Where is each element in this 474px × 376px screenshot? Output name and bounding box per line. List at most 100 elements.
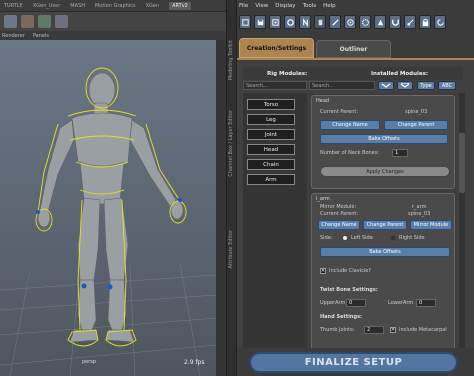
menu-help[interactable]: Help bbox=[323, 3, 336, 9]
head-module-settings: Head Current Parent: spine_03 Change Nam… bbox=[311, 95, 455, 189]
shelf-tab-turtle[interactable]: TURTLE bbox=[4, 3, 23, 9]
shelf-tab-xgen-user[interactable]: XGen_User bbox=[33, 3, 60, 9]
rig-modules-label: Rig Modules: bbox=[267, 70, 308, 77]
rig-modules-search-input[interactable]: Search... bbox=[243, 81, 307, 90]
include-metacarpal-label: Include Metacarpal bbox=[399, 327, 447, 333]
shelf-tab-xgen[interactable]: XGen bbox=[146, 3, 160, 9]
current-parent-value: spine_03 bbox=[408, 211, 431, 217]
lower-arm-twist-field[interactable]: 0 bbox=[416, 299, 436, 307]
collapse-all-button[interactable] bbox=[378, 81, 394, 90]
bake-offsets-button[interactable]: Bake Offsets bbox=[320, 134, 448, 144]
create-icon[interactable] bbox=[239, 15, 251, 29]
add-chain-module-button[interactable]: Chain bbox=[247, 159, 295, 170]
include-metacarpal-checkbox[interactable]: ✕ bbox=[390, 327, 396, 333]
arm-module-settings: l_arm Mirror Module: r_arm Current Paren… bbox=[311, 193, 455, 348]
add-torso-module-button[interactable]: Torso bbox=[247, 99, 295, 110]
include-clavicle-checkbox[interactable]: ✕ bbox=[320, 268, 326, 274]
sort-abc-button[interactable]: ABC bbox=[438, 81, 456, 90]
refresh-icon[interactable] bbox=[434, 15, 446, 29]
tab-creation-settings[interactable]: Creation/Settings bbox=[239, 38, 314, 58]
shelf-tab-artv2[interactable]: ARTv2 bbox=[169, 1, 191, 10]
shelf-tab-mash[interactable]: MASH bbox=[70, 3, 85, 9]
mirror-icon[interactable] bbox=[299, 15, 311, 29]
add-arm-module-button[interactable]: Arm bbox=[247, 174, 295, 185]
upper-arm-twist-field[interactable]: 0 bbox=[346, 299, 366, 307]
mirror-module-button[interactable]: Mirror Module bbox=[410, 220, 452, 230]
left-side-radio[interactable] bbox=[342, 235, 348, 241]
pose-icon[interactable] bbox=[284, 15, 296, 29]
lock-icon[interactable] bbox=[419, 15, 431, 29]
apply-changes-button[interactable]: Apply Changes bbox=[320, 166, 450, 177]
installed-modules-label: Installed Modules: bbox=[371, 70, 429, 77]
installed-modules-search-input[interactable]: Search... bbox=[309, 81, 375, 90]
change-parent-button[interactable]: Change Parent bbox=[363, 220, 407, 230]
creation-settings-body: Rig Modules: Installed Modules: Search..… bbox=[237, 58, 474, 348]
hand-settings-header: Hand Settings: bbox=[320, 314, 363, 320]
current-parent-value: spine_03 bbox=[405, 109, 428, 115]
add-head-module-button[interactable]: Head bbox=[247, 144, 295, 155]
character-mesh bbox=[0, 67, 216, 376]
change-name-button[interactable]: Change Name bbox=[320, 120, 380, 130]
menu-display[interactable]: Display bbox=[275, 3, 295, 9]
camera-label: persp bbox=[82, 359, 97, 365]
magnet-icon[interactable] bbox=[389, 15, 401, 29]
joint-icon[interactable] bbox=[404, 15, 416, 29]
bone-icon[interactable] bbox=[329, 15, 341, 29]
menu-renderer[interactable]: Renderer bbox=[2, 33, 25, 39]
menu-tools[interactable]: Tools bbox=[303, 3, 317, 9]
add-joint-module-button[interactable]: Joint bbox=[247, 129, 295, 140]
rotate-icon[interactable] bbox=[344, 15, 356, 29]
current-parent-label: Current Parent: bbox=[320, 109, 359, 115]
neck-bones-field[interactable]: 1 bbox=[392, 149, 408, 157]
right-side-radio[interactable] bbox=[390, 235, 396, 241]
installed-modules-scrollbar[interactable] bbox=[459, 93, 465, 348]
save-icon[interactable] bbox=[254, 15, 266, 29]
change-parent-button[interactable]: Change Parent bbox=[384, 120, 448, 130]
vertical-tab-strip: Modeling Toolkit Channel Box / Layer Edi… bbox=[226, 0, 236, 376]
rig-module-list: Torso Leg Joint Head Chain Arm bbox=[243, 93, 307, 348]
bake-offsets-button[interactable]: Bake Offsets bbox=[320, 247, 450, 257]
left-side-label: Left Side bbox=[351, 235, 373, 241]
shelf-icon bbox=[21, 15, 34, 28]
right-side-label: Right Side bbox=[399, 235, 425, 241]
upper-arm-label: UpperArm bbox=[320, 300, 346, 306]
settings-icon[interactable] bbox=[359, 15, 371, 29]
sort-type-button[interactable]: Type bbox=[417, 81, 435, 90]
skeleton-icon[interactable] bbox=[269, 15, 281, 29]
tab-attribute-editor[interactable]: Attribute Editor bbox=[228, 230, 234, 268]
shelf-tab-bar: TURTLE XGen_User MASH Motion Graphics XG… bbox=[0, 0, 226, 12]
current-parent-label: Current Parent: bbox=[320, 211, 359, 217]
panel-toolbar bbox=[237, 11, 474, 33]
include-clavicle-label: Include Clavicle? bbox=[329, 268, 371, 274]
lower-arm-label: LowerArm bbox=[388, 300, 414, 306]
shelf-icon bbox=[55, 15, 68, 28]
tab-outliner[interactable]: Outliner bbox=[316, 40, 391, 58]
thumb-joints-label: Thumb Joints: bbox=[320, 327, 355, 333]
menu-panels[interactable]: Panels bbox=[33, 33, 49, 39]
menu-file[interactable]: File bbox=[239, 3, 248, 9]
expand-all-button[interactable] bbox=[397, 81, 413, 90]
mirror-module-value: r_arm bbox=[412, 204, 427, 210]
symmetry-icon[interactable] bbox=[314, 15, 326, 29]
shelf-tab-motion-graphics[interactable]: Motion Graphics bbox=[95, 3, 136, 9]
chevron-down-icon bbox=[381, 83, 391, 88]
change-name-button[interactable]: Change Name bbox=[318, 220, 360, 230]
scrollbar-thumb[interactable] bbox=[459, 133, 465, 193]
tab-modeling-toolkit[interactable]: Modeling Toolkit bbox=[228, 40, 234, 80]
weights-icon[interactable] bbox=[374, 15, 386, 29]
shelf-icon bbox=[4, 15, 17, 28]
mirror-module-label: Mirror Module: bbox=[320, 204, 357, 210]
3d-viewport[interactable] bbox=[0, 40, 216, 376]
add-leg-module-button[interactable]: Leg bbox=[247, 114, 295, 125]
menu-view[interactable]: View bbox=[255, 3, 268, 9]
artv2-rig-creator-panel: File View Display Tools Help Creation/Se… bbox=[236, 0, 474, 376]
shelf-icons[interactable] bbox=[0, 12, 226, 31]
installed-modules-list: Head Current Parent: spine_03 Change Nam… bbox=[309, 93, 457, 348]
neck-bones-label: Number of Neck Bones: bbox=[320, 150, 380, 156]
thumb-joints-field[interactable]: 2 bbox=[364, 326, 384, 334]
tab-channel-box[interactable]: Channel Box / Layer Editor bbox=[228, 110, 234, 177]
head-module-name: Head bbox=[316, 98, 330, 104]
panel-menu-bar: File View Display Tools Help bbox=[237, 0, 474, 11]
fps-readout: 2.9 fps bbox=[184, 359, 205, 366]
finalize-setup-button[interactable]: FINALIZE SETUP bbox=[249, 352, 458, 373]
